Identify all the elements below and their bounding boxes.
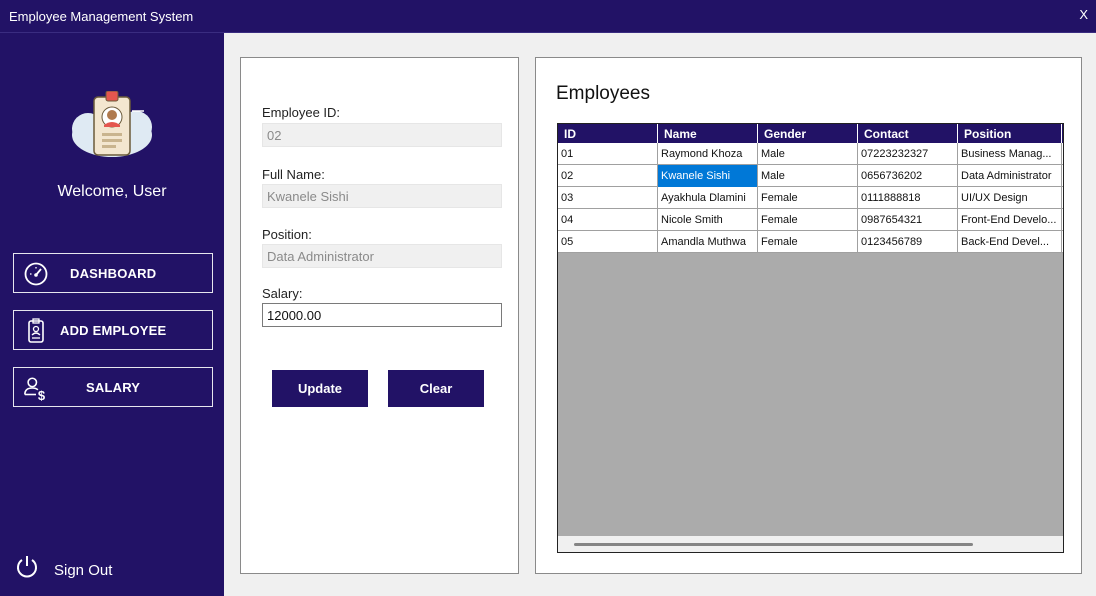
table-cell[interactable]: Female <box>758 209 858 231</box>
position-field[interactable] <box>262 244 502 268</box>
table-cell[interactable]: Male <box>758 143 858 165</box>
table-cell[interactable]: 0656736202 <box>858 165 958 187</box>
add-employee-button[interactable]: ADD EMPLOYEE <box>13 310 213 350</box>
salary-field[interactable] <box>262 303 502 327</box>
table-cell[interactable]: Male <box>758 165 858 187</box>
salary-field-label: Salary: <box>262 286 303 301</box>
full-name-field[interactable] <box>262 184 502 208</box>
table-cell[interactable]: 07223232327 <box>858 143 958 165</box>
scrollbar-thumb[interactable] <box>574 543 973 546</box>
horizontal-scrollbar[interactable] <box>558 536 1063 552</box>
table-cell[interactable]: 04 <box>558 209 658 231</box>
salary-button[interactable]: $ SALARY <box>13 367 213 407</box>
table-row[interactable]: 02 Kwanele Sishi Male 0656736202 Data Admini… <box>558 165 1063 187</box>
table-row[interactable]: 04 Nicole Smith Female 0987654321 Front-End … <box>558 209 1063 231</box>
sign-out-label: Sign Out <box>54 562 113 579</box>
table-cell[interactable]: Female <box>758 187 858 209</box>
column-header[interactable]: ID <box>558 124 658 143</box>
table-cell[interactable]: 03 <box>558 187 658 209</box>
update-button[interactable]: Update <box>272 370 368 407</box>
table-row[interactable]: 05 Amandla Muthwa Female 0123456789 Back-End… <box>558 231 1063 253</box>
add-employee-label: ADD EMPLOYEE <box>60 323 167 338</box>
table-cell[interactable]: Back-End Devel... <box>958 231 1062 253</box>
table-row[interactable]: 03 Ayakhula Dlamini Female 0111888818 UI/UX … <box>558 187 1063 209</box>
speedometer-icon <box>24 262 48 286</box>
full-name-label: Full Name: <box>262 167 325 182</box>
table-cell[interactable]: Nicole Smith <box>658 209 758 231</box>
sign-out-button[interactable]: Sign Out <box>14 554 154 584</box>
dashboard-button[interactable]: DASHBOARD <box>13 253 213 293</box>
position-label: Position: <box>262 227 312 242</box>
table-cell[interactable]: Front-End Develo... <box>958 209 1062 231</box>
table-cell[interactable]: Raymond Khoza <box>658 143 758 165</box>
title-bar: Employee Management System X <box>0 0 1096 33</box>
sidebar: Welcome, User DASHBOARD ADD EMPLOYEE $ S… <box>0 33 224 596</box>
table-cell[interactable]: Business Manag... <box>958 143 1062 165</box>
svg-text:$: $ <box>38 388 46 401</box>
table-cell[interactable]: Kwanele Sishi <box>658 165 758 187</box>
column-header[interactable]: Position <box>958 124 1062 143</box>
employee-form-panel: Employee ID: Full Name: Position: Salary… <box>240 57 519 574</box>
dashboard-label: DASHBOARD <box>70 266 157 281</box>
employee-id-field[interactable] <box>262 123 502 147</box>
employee-badge-icon <box>72 91 152 157</box>
column-header[interactable]: Name <box>658 124 758 143</box>
employees-table[interactable]: ID Name Gender Contact Position 01 Raymond Kh… <box>557 123 1064 553</box>
table-cell[interactable]: 0987654321 <box>858 209 958 231</box>
power-icon <box>17 556 37 578</box>
table-cell[interactable]: 0111888818 <box>858 187 958 209</box>
welcome-text: Welcome, User <box>57 183 167 200</box>
column-header[interactable]: Gender <box>758 124 858 143</box>
employees-title: Employees <box>556 83 650 104</box>
table-cell[interactable]: 0123456789 <box>858 231 958 253</box>
table-cell[interactable]: 02 <box>558 165 658 187</box>
user-dollar-icon: $ <box>24 377 46 401</box>
salary-label: SALARY <box>86 380 141 395</box>
table-cell[interactable]: Female <box>758 231 858 253</box>
table-cell[interactable]: Amandla Muthwa <box>658 231 758 253</box>
clear-button[interactable]: Clear <box>388 370 484 407</box>
table-cell[interactable]: Data Administrator <box>958 165 1062 187</box>
table-cell[interactable]: 05 <box>558 231 658 253</box>
column-header[interactable]: Contact <box>858 124 958 143</box>
employee-id-label: Employee ID: <box>262 105 341 120</box>
employees-panel: Employees ID Name Gender Contact Position 01… <box>535 57 1082 574</box>
table-cell[interactable]: 01 <box>558 143 658 165</box>
table-cell[interactable]: UI/UX Design <box>958 187 1062 209</box>
close-button[interactable]: X <box>1079 7 1088 22</box>
table-row[interactable]: 01 Raymond Khoza Male 07223232327 Business M… <box>558 143 1063 165</box>
table-cell[interactable]: Ayakhula Dlamini <box>658 187 758 209</box>
window-title: Employee Management System <box>9 9 194 24</box>
table-header: ID Name Gender Contact Position <box>558 124 1063 143</box>
id-badge-icon <box>28 318 44 343</box>
